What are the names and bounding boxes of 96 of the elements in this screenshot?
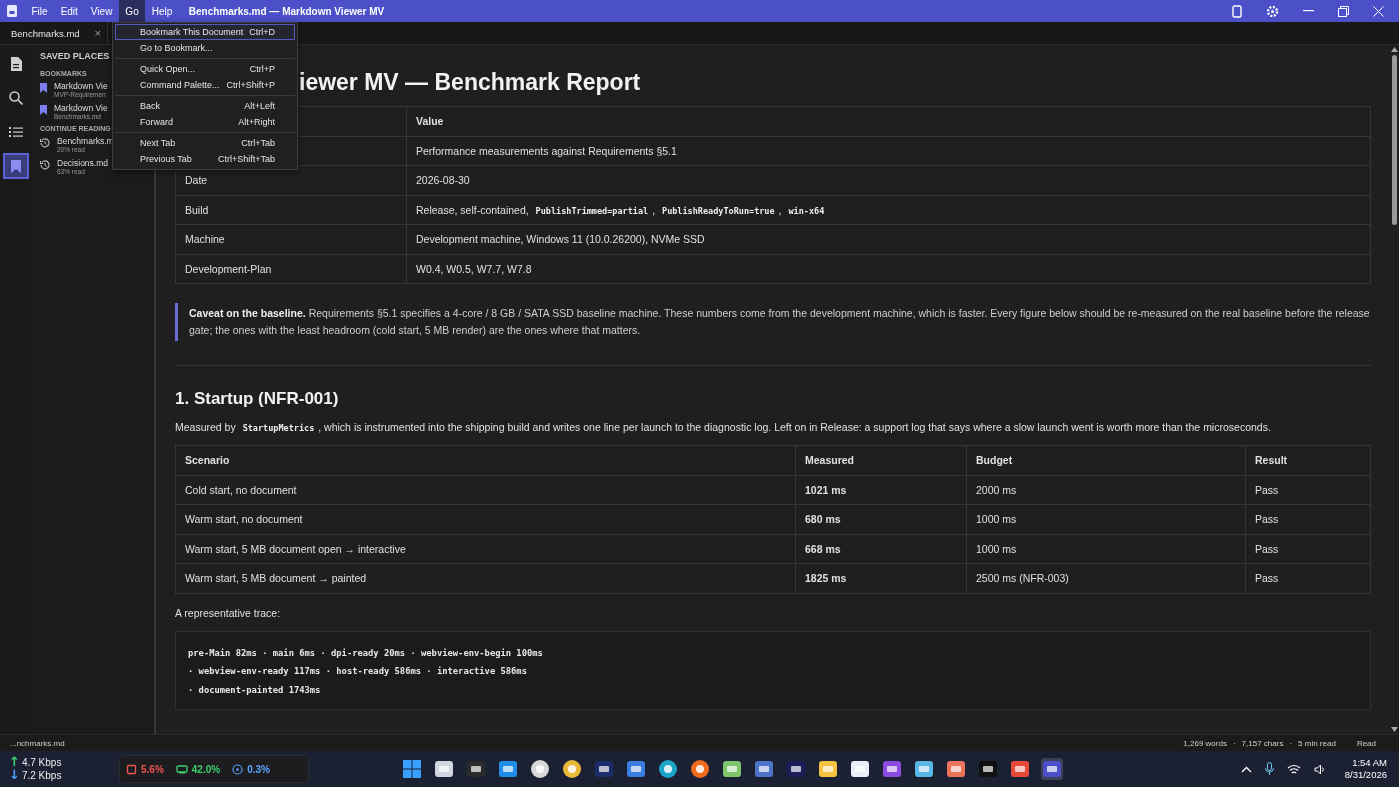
- menu-item[interactable]: Next Tab Ctrl+Tab: [115, 135, 295, 151]
- table-cell: Warm start, 5 MB document → painted: [175, 563, 796, 593]
- table-cell: Pass: [1245, 563, 1371, 593]
- table-cell: Performance measurements against Requirements §5.1: [406, 136, 1371, 166]
- status-file-name: ...nchmarks.md: [10, 738, 65, 748]
- start-icon[interactable]: [400, 758, 423, 780]
- minimize-icon[interactable]: [1303, 10, 1314, 12]
- table-cell: Cold start, no document: [175, 475, 796, 505]
- table-cell: 1825 ms: [795, 563, 967, 593]
- table-cell: Development machine, Windows 11 (10.0.26200), NVMe SSD: [406, 224, 1371, 254]
- document-title: iewer MV — Benchmark Report: [299, 69, 642, 96]
- settings-icon[interactable]: [1266, 4, 1279, 18]
- menu-item[interactable]: File: [25, 0, 55, 22]
- sidebar-title: SAVED PLACES: [40, 51, 110, 61]
- network-rate: 7.2 Kbps: [21, 770, 62, 781]
- menu-item[interactable]: Bookmark This Document Ctrl+D: [115, 24, 295, 40]
- app-icon[interactable]: [912, 758, 935, 780]
- table-cell: 2026-08-30: [406, 165, 1371, 195]
- menu-item[interactable]: Back Alt+Left: [115, 98, 295, 114]
- status-stat: 1,269 words: [1183, 738, 1227, 748]
- meter-reading: 42.0%: [191, 763, 221, 775]
- table-cell: 680 ms: [795, 504, 967, 534]
- window-title: Benchmarks.md — Markdown Viewer MV: [188, 5, 385, 17]
- memory-icon: [175, 764, 188, 774]
- table-cell: Development-Plan: [175, 254, 407, 284]
- scroll-down-icon[interactable]: [1391, 727, 1398, 732]
- arrow-icon: ↑: [9, 754, 20, 769]
- table-cell: 2000 ms: [966, 475, 1246, 505]
- list-icon: [9, 126, 23, 138]
- menu-item[interactable]: View: [84, 0, 119, 22]
- menu-item[interactable]: Go: [118, 0, 146, 22]
- menu-item[interactable]: Edit: [54, 0, 85, 22]
- table-header-cell: Value: [406, 106, 1371, 136]
- clock-time[interactable]: 1:54 AM: [1352, 757, 1387, 769]
- table-cell: Pass: [1245, 504, 1371, 534]
- callout: Caveat on the baseline. Requirements §5.1 specifies a 4-core / 8 GB / SATA SSD baseline machine. These numbers come from the development machine, which is faster. Every figure below should be re-measured on the real baseline before the release gate; the ones with the least headroom (cold start, 5 MB render) are the ones where that matters.: [175, 303, 1371, 341]
- table-cell: 1000 ms: [966, 534, 1246, 564]
- table-cell: Warm start, 5 MB document open → interactive: [175, 534, 796, 564]
- table-cell: 1000 ms: [966, 504, 1246, 534]
- menu-item[interactable]: Go to Bookmark...: [115, 40, 295, 56]
- table-cell: Pass: [1245, 534, 1371, 564]
- table-header-cell: Scenario: [175, 445, 796, 475]
- menu-item[interactable]: Help: [145, 0, 179, 22]
- section-heading: 1. Startup (NFR-001): [175, 389, 340, 409]
- paragraph: A representative trace:: [175, 606, 282, 619]
- table-cell: 668 ms: [795, 534, 967, 564]
- table-cell: Machine: [175, 224, 407, 254]
- table-cell: Release, self-contained, PublishTrimmed=partial , PublishReadyToRun=true , win-x64: [406, 195, 1371, 225]
- table-header-cell: Budget: [966, 445, 1246, 475]
- menu-item[interactable]: Quick Open... Ctrl+P: [115, 61, 295, 77]
- status-mode: Read: [1356, 738, 1376, 748]
- bookmark-button[interactable]: [3, 153, 29, 179]
- restore-icon[interactable]: [1338, 5, 1349, 17]
- scrollbar[interactable]: [1390, 45, 1399, 734]
- menu-item[interactable]: Previous Tab Ctrl+Shift+Tab: [115, 151, 295, 167]
- speaker-icon[interactable]: [1313, 763, 1326, 775]
- code-block: pre-Main 82ms · main 6ms · dpi-ready 20ms · webview-env-begin 100ms · webview-env-ready 117ms · host-ready 586ms · interactive 586ms · document-painted 1743ms: [175, 630, 1371, 710]
- arrow-icon: ↓: [9, 767, 20, 782]
- table-cell: 2500 ms (NFR-003): [966, 563, 1246, 593]
- history-icon: [40, 138, 50, 148]
- clock-date[interactable]: 8/31/2026: [1344, 769, 1387, 781]
- app-logo-icon: [7, 5, 17, 17]
- search-icon: [9, 91, 23, 105]
- table-header-cell: Result: [1245, 445, 1371, 475]
- microphone-icon[interactable]: [1264, 762, 1274, 776]
- table-header-cell: Measured: [795, 445, 967, 475]
- scroll-up-icon[interactable]: [1391, 47, 1398, 52]
- table-cell: Build: [175, 195, 407, 225]
- menu-item[interactable]: Command Palette... Ctrl+Shift+P: [115, 77, 295, 93]
- close-icon[interactable]: [1373, 5, 1384, 17]
- status-stat: 7,157 chars: [1241, 738, 1284, 748]
- app-icon[interactable]: [880, 758, 903, 780]
- meter-reading: 0.3%: [247, 763, 270, 775]
- bookmark-icon: [40, 83, 47, 93]
- chevron-up-icon[interactable]: [1240, 765, 1252, 773]
- table-cell: 1021 ms: [795, 475, 967, 505]
- meter-reading: 5.6%: [141, 763, 164, 775]
- network-rate: 4.7 Kbps: [21, 757, 62, 768]
- table-cell: Warm start, no document: [175, 504, 796, 534]
- app-icon[interactable]: [624, 758, 647, 780]
- status-stat: 5 min read: [1298, 738, 1336, 748]
- separator-dot: ·: [1232, 738, 1236, 748]
- separator-dot: ·: [1289, 738, 1293, 748]
- bookmark-icon: [11, 159, 21, 173]
- tab-close-button[interactable]: ×: [94, 27, 101, 39]
- table-cell: Pass: [1245, 475, 1371, 505]
- paragraph: Measured by StartupMetrics , which is instrumented into the shipping build and writes one line per launch to the diagnostic log. Left on in Release: a support log that says where a slow launch went is worth more than the microseconds.: [175, 421, 1272, 433]
- bookmark-icon: [40, 105, 47, 115]
- document-tab[interactable]: Benchmarks.md ×: [0, 22, 108, 44]
- menu-item[interactable]: Forward Alt+Right: [115, 114, 295, 130]
- table-cell: W0.4, W0.5, W7.7, W7.8: [406, 254, 1371, 284]
- chip-icon: [126, 763, 137, 775]
- disk-icon: [232, 763, 244, 775]
- phone-icon[interactable]: [1232, 4, 1242, 18]
- history-icon: [40, 160, 50, 170]
- app-icon[interactable]: [976, 758, 999, 780]
